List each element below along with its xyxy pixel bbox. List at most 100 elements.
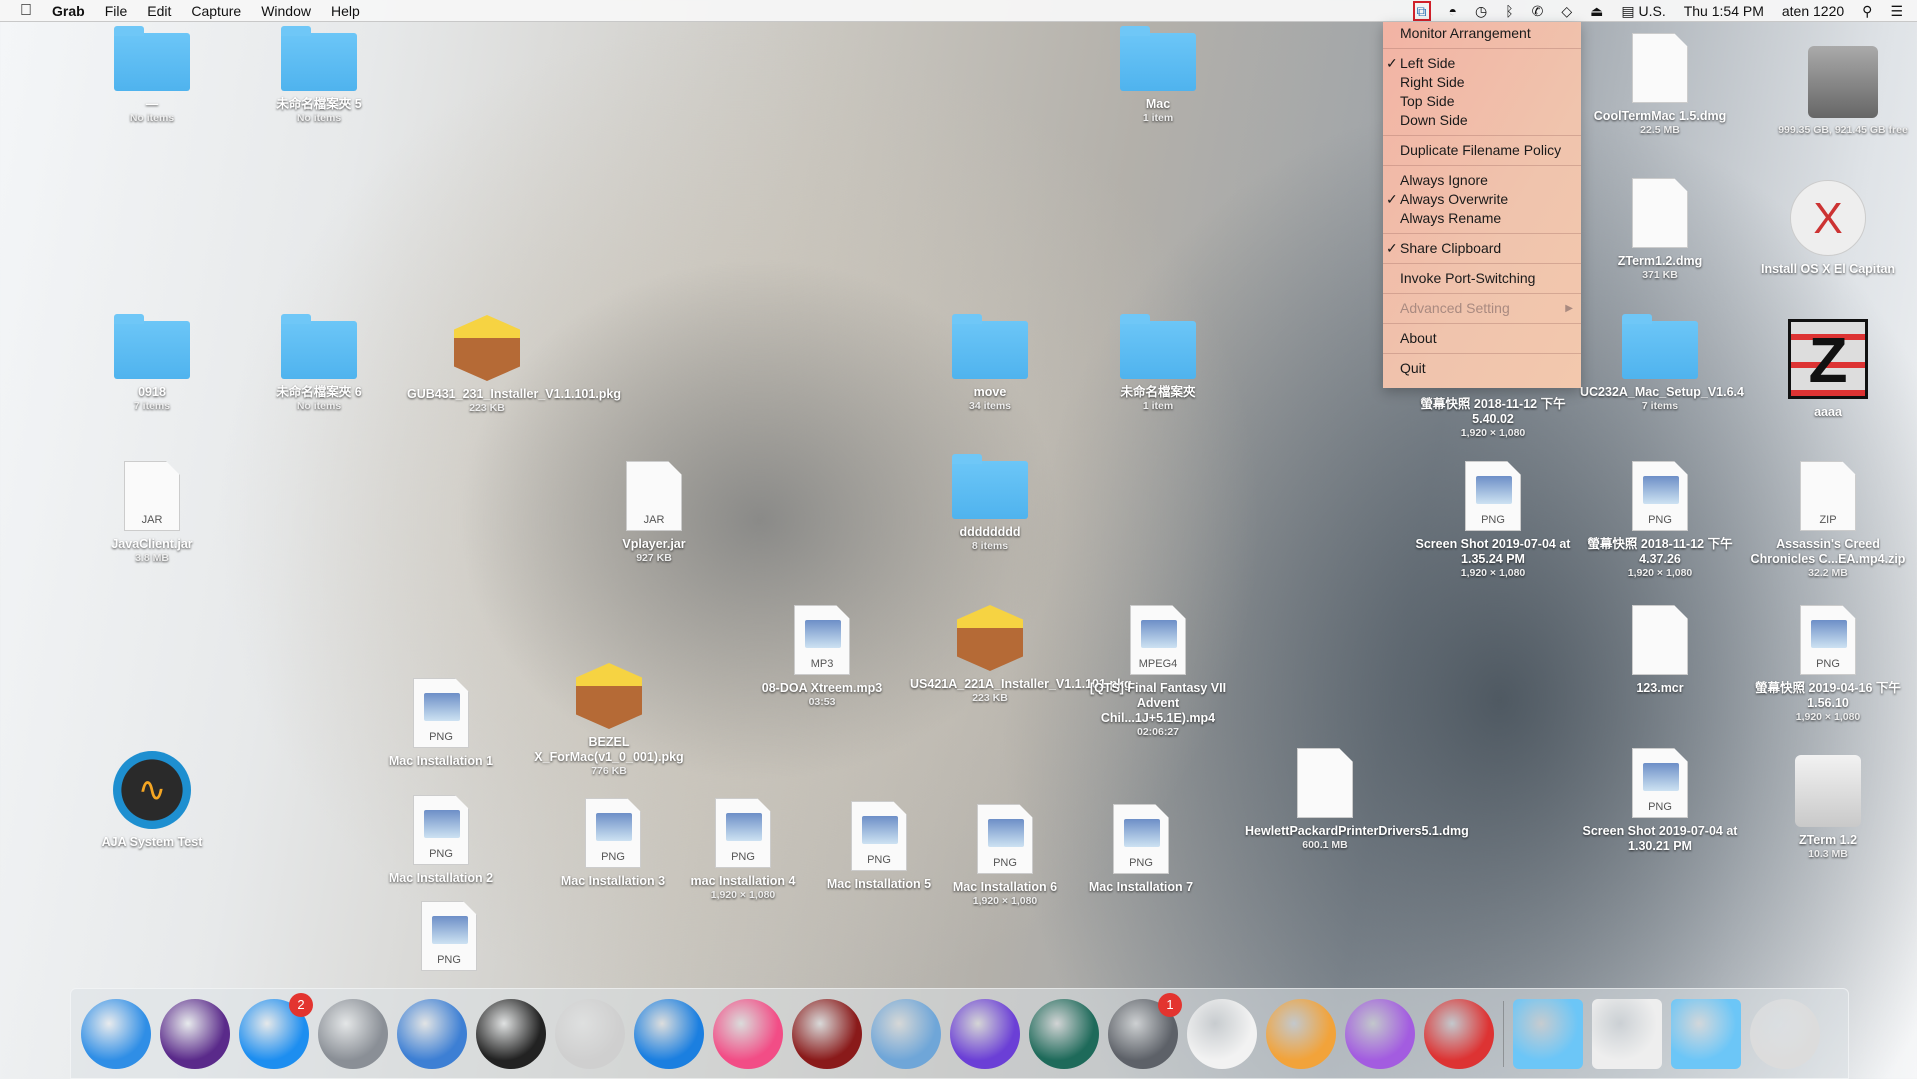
textedit-icon[interactable] bbox=[1187, 999, 1257, 1069]
menu-help[interactable]: Help bbox=[331, 3, 360, 19]
desktop-icon[interactable]: MPEG4[QTS] Final Fantasy VII Advent Chil… bbox=[1078, 605, 1238, 739]
menu-window[interactable]: Window bbox=[261, 3, 311, 19]
desktop-icon[interactable]: PNGScreen Shot 2019-07-04 at 1.30.21 PM bbox=[1580, 748, 1740, 854]
icon-label: Assassin's Creed Chronicles C...EA.mp4.z… bbox=[1748, 537, 1908, 567]
bluetooth-icon[interactable]: ᛒ bbox=[1505, 3, 1513, 19]
preview-icon[interactable] bbox=[871, 999, 941, 1069]
menu-capture[interactable]: Capture bbox=[191, 3, 241, 19]
itunes-icon[interactable] bbox=[713, 999, 783, 1069]
file-icon bbox=[1297, 748, 1353, 818]
spotlight-search-icon[interactable]: ⚲ bbox=[1862, 3, 1872, 20]
documents-icon[interactable] bbox=[1592, 999, 1662, 1069]
menu-item-left-side[interactable]: ✓Left Side bbox=[1383, 54, 1581, 73]
dock: 21 bbox=[70, 988, 1849, 1079]
time-machine-icon[interactable]: ◷ bbox=[1475, 3, 1487, 20]
file-icon: ZIP bbox=[1800, 461, 1856, 531]
siri-icon[interactable] bbox=[160, 999, 230, 1069]
desktop-icon[interactable]: 未命名檔案夾 6No items bbox=[239, 321, 399, 413]
screenshot-tool-icon[interactable] bbox=[555, 999, 625, 1069]
menu-item-share-clipboard[interactable]: ✓Share Clipboard bbox=[1383, 239, 1581, 258]
menu-edit[interactable]: Edit bbox=[147, 3, 171, 19]
icon-info: 1,920 × 1,080 bbox=[925, 895, 1085, 908]
input-source[interactable]: ▤ U.S. bbox=[1621, 3, 1665, 20]
desktop-icon[interactable]: ZTerm1.2.dmg371 KB bbox=[1580, 178, 1740, 282]
safari-icon[interactable] bbox=[634, 999, 704, 1069]
desktop-icon[interactable]: 未命名檔案夾1 item bbox=[1078, 321, 1238, 413]
trash-icon[interactable] bbox=[1750, 999, 1820, 1069]
menu-item-down-side[interactable]: Down Side bbox=[1383, 111, 1581, 130]
desktop-icon[interactable]: MP308-DOA Xtreem.mp303:53 bbox=[742, 605, 902, 709]
desktop-icon[interactable]: PNGScreen Shot 2019-07-04 at 1.35.24 PM1… bbox=[1413, 461, 1573, 580]
desktop-icon[interactable]: PNGMac Installation 7 bbox=[1061, 804, 1221, 895]
desktop-icon[interactable]: 未命名檔案夾 5No items bbox=[239, 33, 399, 125]
wifi-icon[interactable]: ◇ bbox=[1561, 3, 1572, 20]
desktop-icon[interactable]: PNG bbox=[369, 901, 529, 977]
desktop-icon[interactable]: JARJavaClient.jar3.8 MB bbox=[72, 461, 232, 565]
apple-menu-icon[interactable]:  bbox=[20, 2, 32, 20]
app-store-icon[interactable]: 2 bbox=[239, 999, 309, 1069]
user-name[interactable]: aten 1220 bbox=[1782, 3, 1844, 19]
clock[interactable]: Thu 1:54 PM bbox=[1684, 3, 1764, 19]
desktop-icon[interactable]: 999.35 GB, 921.45 GB free bbox=[1763, 46, 1917, 137]
package-icon bbox=[576, 663, 642, 729]
desktop-icon[interactable]: US421A_221A_Installer_V1.1.101.pkg223 KB bbox=[910, 605, 1070, 705]
menu-item-right-side[interactable]: Right Side bbox=[1383, 73, 1581, 92]
icon-label: — bbox=[72, 97, 232, 112]
file-type-label: PNG bbox=[414, 848, 468, 860]
icon-info: 1,920 × 1,080 bbox=[1580, 567, 1740, 580]
icon-label: AJA System Test bbox=[72, 835, 232, 850]
desktop-icon[interactable]: —No items bbox=[72, 33, 232, 125]
menu-app-name[interactable]: Grab bbox=[52, 3, 85, 19]
desktop-icon[interactable]: 123.mcr bbox=[1580, 605, 1740, 696]
menu-item-quit[interactable]: Quit bbox=[1383, 359, 1581, 378]
menu-item-advanced-setting: Advanced Setting▶ bbox=[1383, 299, 1581, 318]
desktop-icon[interactable]: 09187 items bbox=[72, 321, 232, 413]
applications-folder-icon[interactable] bbox=[1513, 999, 1583, 1069]
file-icon: PNG bbox=[413, 795, 469, 865]
desktop-icon[interactable]: PNG螢幕快照 2019-04-16 下午 1.56.101,920 × 1,0… bbox=[1748, 605, 1908, 724]
menu-item-always-rename[interactable]: Always Rename bbox=[1383, 209, 1581, 228]
screen-recorder-icon[interactable]: ◓ bbox=[1449, 3, 1457, 19]
menu-item-about[interactable]: About bbox=[1383, 329, 1581, 348]
downloads-folder-icon[interactable] bbox=[1671, 999, 1741, 1069]
desktop-icon[interactable]: JARVplayer.jar927 KB bbox=[574, 461, 734, 565]
menu-item-invoke-port-switching[interactable]: Invoke Port-Switching bbox=[1383, 269, 1581, 288]
openoffice-icon[interactable] bbox=[397, 999, 467, 1069]
zterm-icon[interactable] bbox=[1424, 999, 1494, 1069]
desktop-icon[interactable]: ZTerm 1.210.3 MB bbox=[1748, 755, 1908, 861]
imovie-icon[interactable] bbox=[950, 999, 1020, 1069]
desktop-icon[interactable]: ZIP Assassin's Creed Chronicles C...EA.mp… bbox=[1748, 461, 1908, 580]
folder-icon bbox=[281, 321, 357, 379]
desktop-icon[interactable]: PNGMac Installation 2 bbox=[361, 795, 521, 886]
menu-file[interactable]: File bbox=[105, 3, 128, 19]
time-machine-icon[interactable] bbox=[1029, 999, 1099, 1069]
desktop-icon[interactable]: CoolTermMac 1.5.dmg22.5 MB bbox=[1580, 33, 1740, 137]
photos-icon[interactable] bbox=[1266, 999, 1336, 1069]
desktop-icon[interactable]: UC232A_Mac_Setup_V1.6.47 items bbox=[1580, 321, 1740, 413]
desktop-icon[interactable]: Mac1 item bbox=[1078, 33, 1238, 125]
phone-icon[interactable]: ✆ bbox=[1532, 3, 1544, 20]
desktop-icon[interactable]: XInstall OS X El Capitan bbox=[1748, 180, 1908, 277]
desktop-icon[interactable]: PNG螢幕快照 2018-11-12 下午 4.37.261,920 × 1,0… bbox=[1580, 461, 1740, 580]
desktop-icon[interactable]: move34 items bbox=[910, 321, 1070, 413]
dashboard-icon[interactable] bbox=[476, 999, 546, 1069]
menu-item-always-ignore[interactable]: Always Ignore bbox=[1383, 171, 1581, 190]
feedback-assistant-icon[interactable] bbox=[1345, 999, 1415, 1069]
finder-icon[interactable] bbox=[81, 999, 151, 1069]
kvm-switch-status-icon[interactable]: ⧉ bbox=[1413, 1, 1431, 21]
photo-booth-icon[interactable] bbox=[792, 999, 862, 1069]
menu-item-top-side[interactable]: Top Side bbox=[1383, 92, 1581, 111]
desktop-icon[interactable]: BEZEL X_ForMac(v1_0_001).pkg776 KB bbox=[529, 663, 689, 778]
desktop-icon[interactable]: ∿AJA System Test bbox=[72, 751, 232, 850]
notification-center-icon[interactable]: ☰ bbox=[1890, 3, 1903, 20]
desktop-icon[interactable]: PNGMac Installation 1 bbox=[361, 678, 521, 769]
launchpad-icon[interactable] bbox=[318, 999, 388, 1069]
menu-item-always-overwrite[interactable]: ✓Always Overwrite bbox=[1383, 190, 1581, 209]
eject-icon[interactable]: ⏏ bbox=[1590, 3, 1603, 20]
hard-drive-icon bbox=[1808, 46, 1878, 118]
desktop-icon[interactable]: Zaaaa bbox=[1748, 319, 1908, 420]
desktop-icon[interactable]: GUB431_231_Installer_V1.1.101.pkg223 KB bbox=[407, 315, 567, 415]
desktop-icon[interactable]: HewlettPackardPrinterDrivers5.1.dmg600.1… bbox=[1245, 748, 1405, 852]
system-preferences-icon[interactable]: 1 bbox=[1108, 999, 1178, 1069]
desktop-icon[interactable]: dddddddd8 items bbox=[910, 461, 1070, 553]
